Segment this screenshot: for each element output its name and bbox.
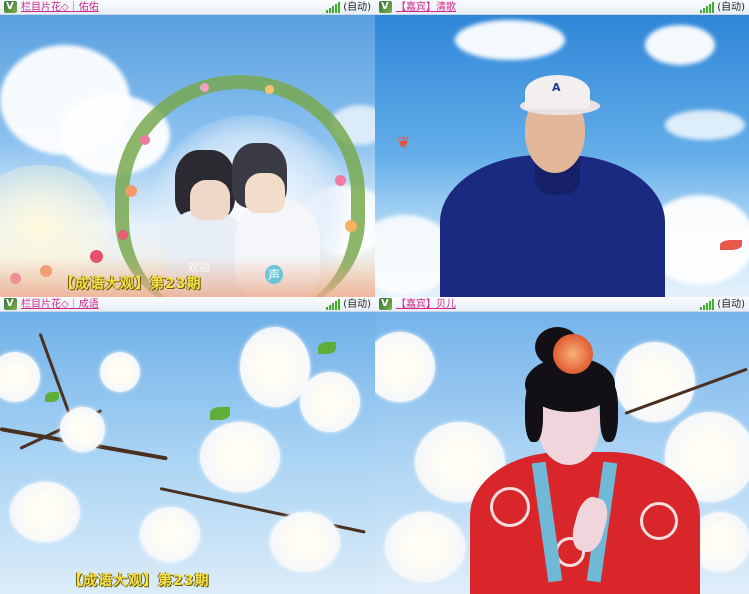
- video-tile-2[interactable]: 【嘉宾】清歌 (自动) ❦ A: [375, 0, 749, 297]
- tile-1-mode-label[interactable]: (自动): [343, 0, 371, 15]
- tile-3-caption: 【成语大观】第23期: [68, 573, 210, 589]
- tile-3-mode-label[interactable]: (自动): [343, 297, 371, 312]
- signal-strength-icon: [326, 1, 341, 13]
- tile-3-video-frame[interactable]: 【成语大观】第23期: [0, 312, 375, 594]
- tile-1-titlebar[interactable]: 栏目片花◇｜佑佑 (自动): [0, 0, 375, 15]
- tile-3-title[interactable]: 栏目片花◇｜成语: [21, 297, 99, 312]
- cap-logo-icon: A: [552, 81, 561, 94]
- tile-1-video-frame[interactable]: 【成语大观】第23期 欢迎 声: [0, 15, 375, 297]
- tile-4-title[interactable]: 【嘉宾】贝儿: [396, 297, 456, 312]
- video-app-icon: [4, 297, 17, 311]
- video-app-icon: [379, 0, 392, 14]
- tile-4-mode-label[interactable]: (自动): [717, 297, 745, 312]
- tile-1-title[interactable]: 栏目片花◇｜佑佑: [21, 0, 99, 15]
- signal-strength-icon: [326, 298, 341, 310]
- tile-2-mode-label[interactable]: (自动): [717, 0, 745, 15]
- video-tile-1[interactable]: 栏目片花◇｜佑佑 (自动) 【成语大观】第23期 欢迎 声: [0, 0, 375, 297]
- tile-2-title[interactable]: 【嘉宾】清歌: [396, 0, 456, 15]
- tile-4-video-frame[interactable]: [375, 312, 749, 594]
- tile-1-overlay-mark-1: 欢迎: [188, 261, 210, 274]
- tile-2-video-frame[interactable]: ❦ A: [375, 15, 749, 297]
- tile-2-titlebar[interactable]: 【嘉宾】清歌 (自动): [375, 0, 749, 15]
- signal-strength-icon: [700, 298, 715, 310]
- butterfly-image: ❦: [397, 133, 411, 152]
- video-tile-3[interactable]: 栏目片花◇｜成语 (自动) 【成语大观】第23期: [0, 297, 375, 594]
- hair-flower-ornament: [553, 334, 593, 374]
- tile-1-overlay-mark-2: 声: [265, 265, 284, 284]
- tile-3-titlebar[interactable]: 栏目片花◇｜成语 (自动): [0, 297, 375, 312]
- signal-strength-icon: [700, 1, 715, 13]
- video-app-icon: [379, 297, 392, 311]
- video-app-icon: [4, 0, 17, 14]
- tile-1-caption: 【成语大观】第23期: [60, 276, 202, 292]
- video-tile-4[interactable]: 【嘉宾】贝儿 (自动): [375, 297, 749, 594]
- tile-4-titlebar[interactable]: 【嘉宾】贝儿 (自动): [375, 297, 749, 312]
